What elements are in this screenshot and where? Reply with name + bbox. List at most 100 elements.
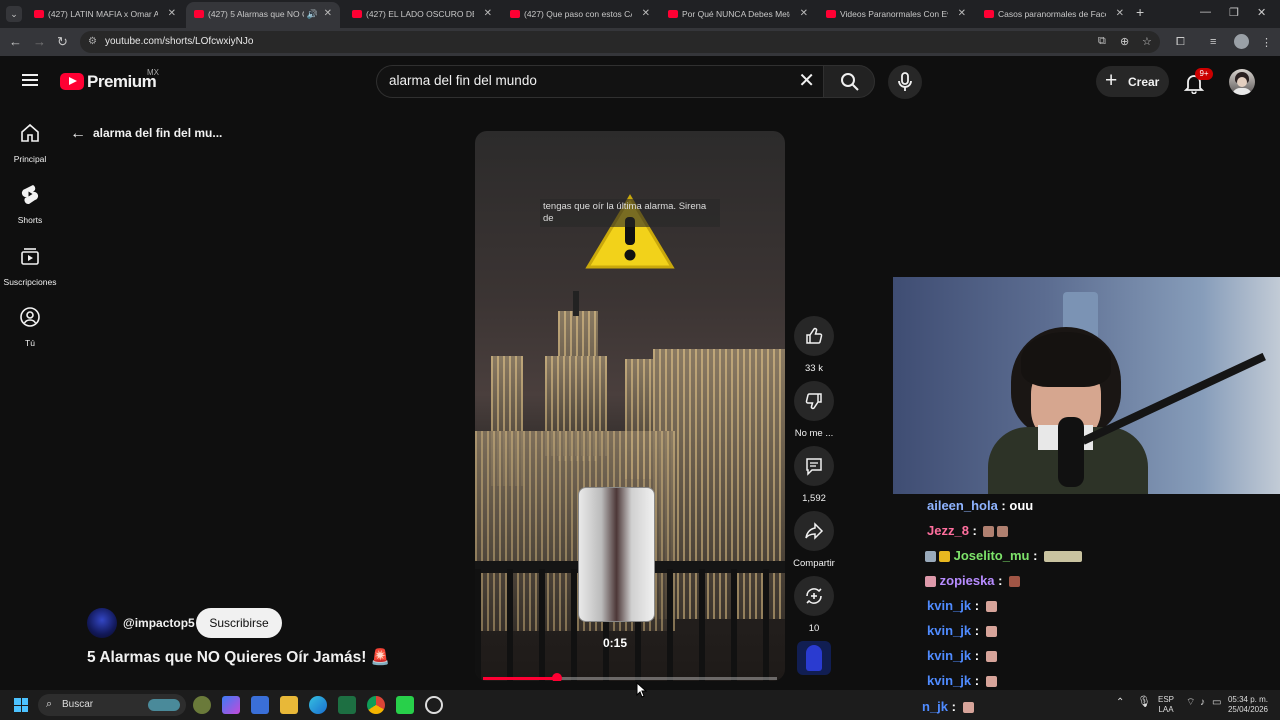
like-action[interactable]: 33 k: [790, 316, 838, 374]
emote-icon: [983, 526, 995, 538]
like-button[interactable]: [794, 316, 834, 356]
close-window-icon[interactable]: ✕: [1257, 6, 1266, 19]
antenna: [573, 291, 579, 316]
browser-tab[interactable]: (427) Que paso con estos CASO ✕: [502, 4, 658, 26]
dislike-action[interactable]: No me ...: [790, 381, 838, 439]
taskbar-app-icon[interactable]: [396, 696, 414, 714]
shorts-video-player[interactable]: tengas que oír la última alarma. Sirena …: [475, 131, 785, 681]
comments-action[interactable]: 1,592: [790, 446, 838, 504]
account-avatar[interactable]: [1229, 69, 1255, 95]
taskbar-app-icon[interactable]: [425, 696, 443, 714]
microphone-icon[interactable]: 🎙: [1137, 697, 1151, 708]
reload-icon[interactable]: ↻: [57, 34, 68, 50]
site-info-icon[interactable]: ⚙: [88, 36, 100, 48]
voice-search-button[interactable]: [888, 65, 922, 99]
taskbar-app-icon[interactable]: [193, 696, 211, 714]
close-icon[interactable]: ✕: [1116, 4, 1124, 24]
url-text[interactable]: youtube.com/shorts/LOfcwxiyNJo: [105, 36, 253, 47]
speaker-icon[interactable]: 🔊: [307, 2, 318, 26]
zoom-icon[interactable]: ⊕: [1120, 35, 1129, 48]
copilot-icon[interactable]: [222, 696, 240, 714]
browser-tab-active[interactable]: (427) 5 Alarmas que NO Qu 🔊 ✕: [186, 2, 340, 28]
create-button[interactable]: + Crear: [1096, 66, 1169, 97]
remix-button[interactable]: [794, 576, 834, 616]
close-icon[interactable]: ✕: [642, 4, 650, 24]
share-button[interactable]: [794, 511, 834, 551]
forward-icon[interactable]: →: [33, 34, 46, 49]
channel-thumbnail[interactable]: [797, 641, 831, 675]
subscribe-button[interactable]: Suscribirse: [196, 608, 282, 638]
chat-username: Jezz_8: [927, 523, 969, 538]
edge-icon[interactable]: [309, 696, 327, 714]
youtube-favicon-icon: [352, 10, 362, 18]
new-tab-icon[interactable]: +: [1136, 4, 1144, 20]
search-input[interactable]: alarma del fin del mundo: [389, 73, 537, 88]
youtube-logo-icon[interactable]: [60, 73, 84, 90]
chat-username: kvin_jk: [927, 673, 972, 688]
excel-icon[interactable]: [338, 696, 356, 714]
emote-icon: [985, 676, 997, 688]
close-icon[interactable]: ✕: [800, 4, 808, 24]
store-icon[interactable]: [251, 696, 269, 714]
video-progress-bar[interactable]: [483, 673, 777, 681]
wifi-icon[interactable]: ⌔: [1186, 698, 1195, 708]
file-explorer-icon[interactable]: [280, 696, 298, 714]
close-icon[interactable]: ✕: [484, 4, 492, 24]
logo-text[interactable]: Premium: [87, 72, 157, 92]
dislike-button[interactable]: [794, 381, 834, 421]
comments-button[interactable]: [794, 446, 834, 486]
media-controls-icon[interactable]: ≡: [1210, 36, 1216, 48]
account-icon: [20, 307, 40, 327]
tray-chevron-icon[interactable]: ⌃: [1116, 698, 1124, 708]
taskbar-search[interactable]: ⌕ Buscar: [38, 694, 186, 716]
emote-icon: [985, 626, 997, 638]
browser-menu-icon[interactable]: ⋮: [1261, 36, 1272, 49]
chat-message: zopieska :: [925, 573, 1021, 588]
input-language[interactable]: ESP LAA: [1158, 695, 1174, 715]
volume-icon[interactable]: ♪: [1200, 698, 1205, 708]
menu-icon[interactable]: [22, 74, 38, 86]
sidebar-item-you[interactable]: Tú: [0, 306, 60, 348]
chrome-icon[interactable]: [367, 696, 385, 714]
notification-count-badge: 9+: [1195, 68, 1213, 80]
tab-search-button[interactable]: ⌄: [6, 6, 22, 22]
sidebar-item-home[interactable]: Principal: [0, 122, 60, 164]
close-icon[interactable]: ✕: [958, 4, 966, 24]
stream-chat: aileen_hola : ouu Jezz_8 : Joselito_mu :…: [893, 494, 1280, 690]
windows-start-icon[interactable]: [14, 698, 28, 712]
close-icon[interactable]: ✕: [168, 4, 176, 24]
browser-tab[interactable]: Casos paranormales de Facebo ✕: [976, 4, 1132, 26]
close-icon[interactable]: ✕: [324, 2, 332, 26]
channel-avatar[interactable]: [87, 608, 117, 638]
remix-action[interactable]: 10: [790, 576, 838, 634]
browser-tab[interactable]: (427) EL LADO OSCURO DE LO ✕: [344, 4, 500, 26]
battery-icon[interactable]: ▭: [1212, 698, 1221, 708]
browser-profile-avatar[interactable]: [1234, 34, 1249, 49]
restore-icon[interactable]: ❐: [1229, 6, 1239, 19]
install-app-icon[interactable]: ⧉: [1098, 35, 1106, 48]
share-action[interactable]: Compartir: [790, 511, 838, 569]
browser-tab[interactable]: Videos Paranormales Con Evide ✕: [818, 4, 974, 26]
youtube-favicon-icon: [34, 10, 44, 18]
address-bar[interactable]: ⚙ youtube.com/shorts/LOfcwxiyNJo ⧉ ⊕ ☆: [80, 31, 1160, 53]
logo-region: MX: [147, 68, 159, 77]
back-icon[interactable]: ←: [9, 34, 22, 49]
sidebar-item-subscriptions[interactable]: Suscripciones: [0, 245, 60, 287]
clock-date: 25/04/2026: [1227, 705, 1268, 714]
clear-search-icon[interactable]: ✕: [798, 70, 815, 92]
bookmark-star-icon[interactable]: ☆: [1142, 35, 1152, 48]
browser-tab[interactable]: (427) LATIN MAFIA x Omar Apo ✕: [26, 4, 184, 26]
taskbar-clock[interactable]: 05:34 p. m. 25/04/2026: [1222, 695, 1268, 715]
tab-title: Videos Paranormales Con Evide: [840, 9, 948, 19]
extensions-icon[interactable]: ⧠: [1176, 36, 1185, 49]
channel-handle[interactable]: @impactop5: [123, 616, 195, 630]
youtube-favicon-icon: [984, 10, 994, 18]
search-button[interactable]: [823, 65, 875, 98]
minimize-icon[interactable]: —: [1200, 6, 1211, 18]
caption-overlay: tengas que oír la última alarma. Sirena …: [540, 199, 720, 227]
sidebar-item-shorts[interactable]: Shorts: [0, 183, 60, 225]
browser-tab[interactable]: Por Qué NUNCA Debes Meterte ✕: [660, 4, 816, 26]
back-arrow-icon[interactable]: ←: [70, 125, 86, 143]
progress-handle[interactable]: [551, 673, 562, 681]
search-field[interactable]: alarma del fin del mundo ✕: [376, 65, 823, 98]
